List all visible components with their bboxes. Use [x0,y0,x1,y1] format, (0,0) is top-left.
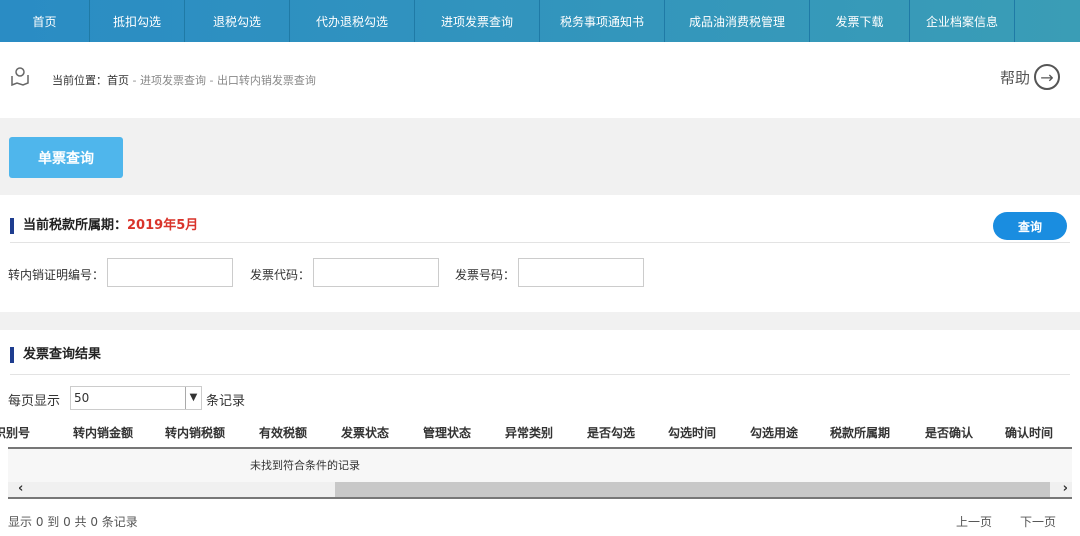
page-size-prefix: 每页显示 [8,394,61,409]
period-title: 当前税款所属期：2019年5月 [10,218,198,234]
column-header[interactable]: 管理状态 [423,424,471,441]
nav-company-profile[interactable]: 企业档案信息 [910,0,1015,42]
nav-oil-tax[interactable]: 成品油消费税管理 [665,0,810,42]
location-icon [11,67,29,86]
column-header[interactable]: 异常类别 [505,424,553,441]
column-header[interactable]: 勾选时间 [668,424,716,441]
invoice-number-input[interactable] [518,258,644,287]
arrow-right-icon: → [1034,64,1060,90]
nav-refund-select[interactable]: 退税勾选 [185,0,290,42]
help-label: 帮助 [999,68,1030,87]
prev-page-link[interactable]: 上一页 [956,513,992,530]
breadcrumb: 当前位置：首页 - 进项发票查询 - 出口转内销发票查询 [52,72,316,88]
page-size-suffix: 条记录 [206,394,246,409]
breadcrumb-sep: - [129,74,140,87]
cert-no-input[interactable] [107,258,233,287]
invoice-code-label: 发票代码： [250,268,311,282]
divider [10,374,1070,375]
scroll-right-icon[interactable]: › [1063,481,1068,496]
nav-input-invoice-query[interactable]: 进项发票查询 [415,0,540,42]
nav-deduction-select[interactable]: 抵扣勾选 [90,0,185,42]
column-header[interactable]: 有效税额 [259,424,307,441]
query-button[interactable]: 查询 [993,212,1067,240]
column-header[interactable]: 勾选用途 [750,424,798,441]
scroll-left-icon[interactable]: ‹ [18,481,23,496]
column-header[interactable]: 转内销税额 [165,424,225,441]
record-summary: 显示 0 到 0 共 0 条记录 [8,515,138,529]
results-title: 发票查询结果 [10,347,101,363]
help-button[interactable]: 帮助 → [1000,64,1060,90]
breadcrumb-current: 出口转内销发票查询 [216,74,316,87]
nav-agent-refund-select[interactable]: 代办退税勾选 [290,0,415,42]
invoice-code-input[interactable] [313,258,439,287]
chevron-down-icon: ▼ [185,387,201,409]
page-size-value: 50 [74,391,90,405]
top-nav: 首页 抵扣勾选 退税勾选 代办退税勾选 进项发票查询 税务事项通知书 成品油消费… [0,0,1080,42]
breadcrumb-level1[interactable]: 进项发票查询 [140,74,206,87]
next-page-link[interactable]: 下一页 [1020,513,1056,530]
section-gap [0,312,1080,330]
single-query-button[interactable]: 单票查询 [9,137,123,178]
cert-no-label: 转内销证明编号： [8,268,105,282]
period-value: 2019年5月 [127,218,199,233]
empty-row: 未找到符合条件的记录 [8,449,1072,482]
toolbar-band [0,118,1080,195]
nav-invoice-download[interactable]: 发票下载 [810,0,910,42]
nav-tax-notice[interactable]: 税务事项通知书 [540,0,665,42]
breadcrumb-prefix: 当前位置： [52,74,107,87]
breadcrumb-home[interactable]: 首页 [107,74,129,87]
page-size-select[interactable]: 50 ▼ [70,386,202,410]
divider [10,242,1070,243]
column-header[interactable]: 识别号 [0,424,30,441]
breadcrumb-sep: - [205,74,217,87]
column-header[interactable]: 是否确认 [925,424,973,441]
nav-home[interactable]: 首页 [0,0,90,42]
invoice-number-label: 发票号码： [455,268,516,282]
period-label: 当前税款所属期： [23,218,128,233]
column-header[interactable]: 确认时间 [1005,424,1053,441]
scrollbar-thumb[interactable] [335,482,1050,497]
column-header[interactable]: 发票状态 [341,424,389,441]
horizontal-scrollbar[interactable]: ‹ › [8,481,1072,499]
column-header[interactable]: 税款所属期 [830,424,890,441]
column-header[interactable]: 是否勾选 [587,424,635,441]
column-header[interactable]: 转内销金额 [73,424,133,441]
